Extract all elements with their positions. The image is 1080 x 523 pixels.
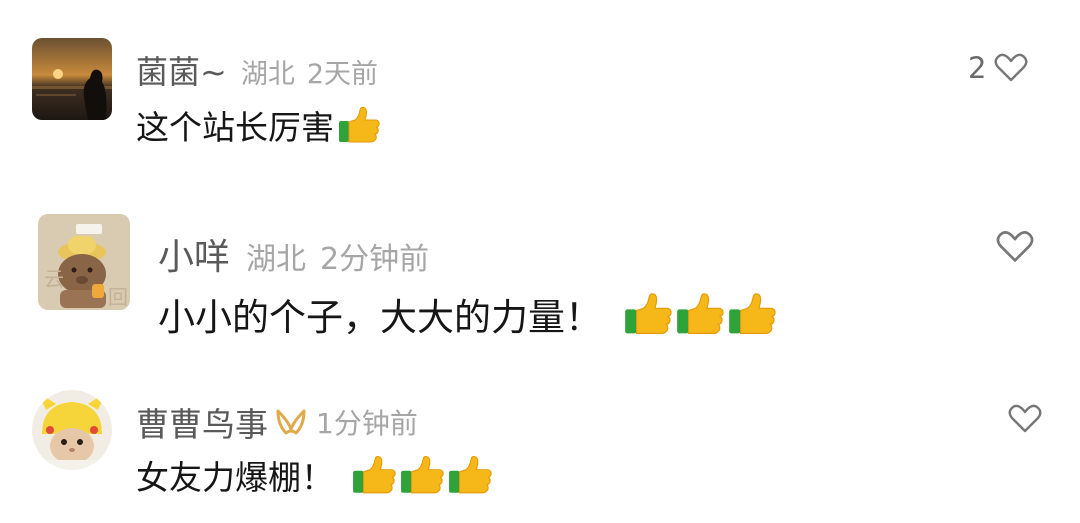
like-count: 2 [968,51,987,85]
pikachu-hat-cat-avatar[interactable] [32,390,112,470]
thumbs-up-icon [338,106,380,144]
like-control[interactable]: 2 [968,51,1028,85]
thumbs-up-icon [400,455,444,495]
comment-body: 女友力爆棚！ [136,452,492,498]
thumbs-up-icon [352,455,396,495]
username[interactable]: 菌菌~ [136,47,227,93]
timestamp: 1分钟前 [316,407,418,440]
heart-icon[interactable] [1008,404,1042,434]
capybara-sticker-avatar[interactable]: 云 回 [38,214,130,310]
thumbs-up-icon [676,292,724,336]
comment-list: 菌菌~ 湖北 2天前 这个站长厉害 2 云 回 小咩 湖北 2分钟前 小小的个子… [0,0,1080,523]
username[interactable]: 曹曹鸟事 [136,398,268,446]
like-control[interactable] [1000,404,1042,434]
username[interactable]: 小咩 [158,228,230,280]
thumbs-up-icon [728,292,776,336]
timestamp: 2分钟前 [320,242,430,277]
heart-icon[interactable] [996,230,1034,264]
thumbs-up-icon [624,292,672,336]
heart-icon[interactable] [994,53,1028,83]
timestamp: 2天前 [306,59,379,90]
comment-body: 这个站长厉害 [136,104,380,147]
thumbs-up-icon [448,455,492,495]
comment-text: 女友力爆棚！ [136,458,334,497]
comment-body: 小小的个子，大大的力量！ [158,290,776,339]
location-label: 湖北 [240,59,295,90]
comment-text: 小小的个子，大大的力量！ [158,296,602,339]
svg-text:回: 回 [108,285,128,309]
like-control[interactable] [988,230,1034,264]
location-label: 湖北 [246,242,307,277]
comment-text: 这个站长厉害 [136,108,334,147]
svg-text:云: 云 [44,267,64,291]
gold-ribbon-badge-icon [274,407,308,437]
sunset-silhouette-avatar[interactable] [32,38,112,120]
